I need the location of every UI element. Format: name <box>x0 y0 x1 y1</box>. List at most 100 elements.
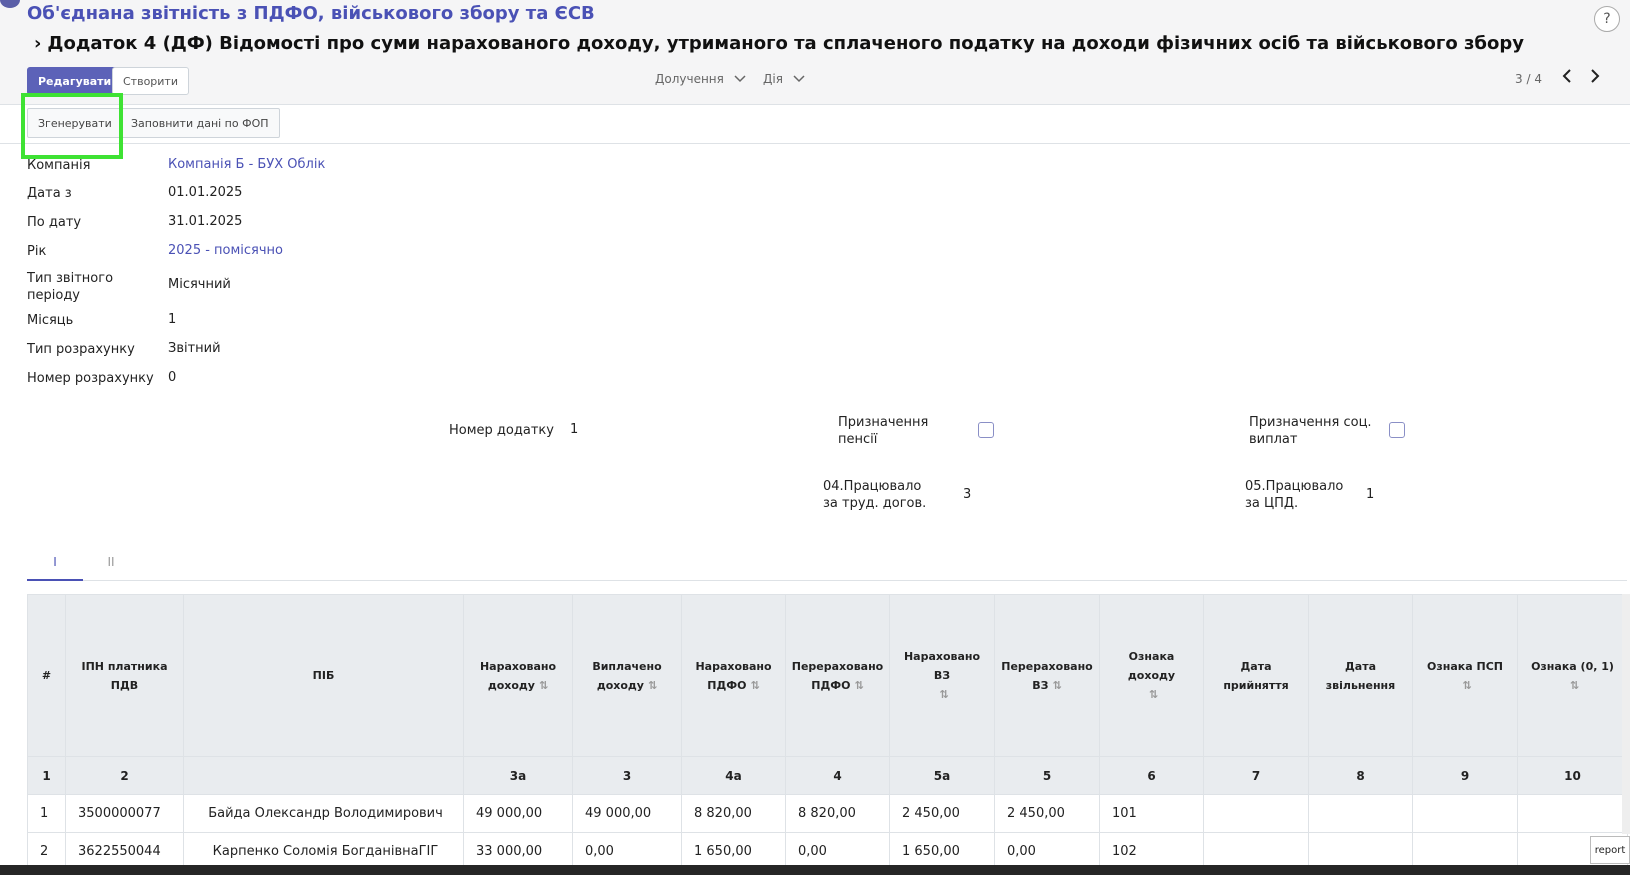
pension-checkbox[interactable] <box>978 422 994 438</box>
worked-labor-field[interactable]: 3 <box>963 487 971 502</box>
column-header[interactable]: ІПН платника ПДВ <box>65 594 184 757</box>
column-number: 5а <box>889 756 995 795</box>
column-header[interactable]: Перераховано ВЗ ⇅ <box>994 594 1100 757</box>
worked-cpd-field[interactable]: 1 <box>1366 487 1374 502</box>
page-title: › Додаток 4 (ДФ) Відомості про суми нарах… <box>34 33 1524 54</box>
table-cell[interactable] <box>1412 794 1518 833</box>
sort-icon[interactable]: ⇅ <box>939 688 948 701</box>
table-cell[interactable] <box>1203 794 1309 833</box>
table-cell[interactable]: 49 000,00 <box>463 794 573 833</box>
column-number: 6 <box>1099 756 1204 795</box>
chevron-right-icon: › <box>34 33 42 54</box>
column-number: 8 <box>1308 756 1413 795</box>
appendix-number-field[interactable]: 1 <box>570 422 578 437</box>
column-number: 4а <box>681 756 786 795</box>
table-cell[interactable]: 1 <box>27 794 66 833</box>
column-header[interactable]: Ознака ПСП ⇅ <box>1412 594 1518 757</box>
date-to-label: По дату <box>27 215 82 230</box>
table-cell[interactable]: 101 <box>1099 794 1204 833</box>
lines-table: # ІПН платника ПДВ ПІБ Нараховано доходу… <box>27 594 1628 871</box>
column-header[interactable]: # <box>27 594 66 757</box>
report-button[interactable]: report <box>1590 836 1630 864</box>
table-cell[interactable]: Байда Олександр Володимирович <box>183 794 464 833</box>
social-payments-label: Призначення соц. виплат <box>1249 415 1372 447</box>
vertical-scrollbar[interactable] <box>1622 594 1630 834</box>
sort-icon[interactable]: ⇅ <box>1149 688 1158 701</box>
column-header[interactable]: Нараховано ВЗ ⇅ <box>889 594 995 757</box>
sort-icon[interactable]: ⇅ <box>539 679 548 692</box>
create-button[interactable]: Створити <box>112 67 189 95</box>
statusbar: Згенерувати Заповнити дані по ФОП <box>0 105 1630 144</box>
table-cell[interactable]: 2 450,00 <box>889 794 995 833</box>
chevron-down-icon <box>787 72 805 86</box>
month-label: Місяць <box>27 313 74 328</box>
column-header[interactable]: Нараховано ПДФО ⇅ <box>681 594 786 757</box>
pager-previous-icon[interactable] <box>1562 68 1572 87</box>
notebook-tabs: I II <box>27 545 1627 581</box>
sort-icon[interactable]: ⇅ <box>751 679 760 692</box>
sort-icon[interactable]: ⇅ <box>855 679 864 692</box>
sort-icon[interactable]: ⇅ <box>648 679 657 692</box>
table-cell[interactable]: 3500000077 <box>65 794 184 833</box>
table-row[interactable]: 1 3500000077 Байда Олександр Володимиров… <box>27 794 1628 833</box>
control-panel: Об'єднана звітність з ПДФО, військового … <box>0 0 1630 105</box>
column-number: 2 <box>65 756 184 795</box>
date-from-field[interactable]: 01.01.2025 <box>168 185 242 200</box>
sort-icon[interactable]: ⇅ <box>1570 679 1579 692</box>
column-header[interactable]: Ознака (0, 1) ⇅ <box>1517 594 1628 757</box>
attachments-label: Долучення <box>655 72 724 86</box>
calc-number-field[interactable]: 0 <box>168 370 176 385</box>
action-dropdown[interactable]: Дія <box>763 72 805 86</box>
highlight-box <box>21 93 123 159</box>
column-number: 3 <box>572 756 682 795</box>
month-field[interactable]: 1 <box>168 312 176 327</box>
pager-next-icon[interactable] <box>1590 68 1600 87</box>
calc-type-label: Тип розрахунку <box>27 342 135 357</box>
table-cell[interactable]: 2 450,00 <box>994 794 1100 833</box>
breadcrumb-link[interactable]: Об'єднана звітність з ПДФО, військового … <box>27 3 595 24</box>
date-to-field[interactable]: 31.01.2025 <box>168 214 242 229</box>
table-cell[interactable]: 8 820,00 <box>681 794 786 833</box>
column-header[interactable]: ПІБ <box>183 594 464 757</box>
company-label: Компанія <box>27 158 91 173</box>
column-number: 3а <box>463 756 573 795</box>
table-cell[interactable] <box>1517 794 1628 833</box>
column-header[interactable]: Нараховано доходу ⇅ <box>463 594 573 757</box>
date-from-label: Дата з <box>27 186 72 201</box>
column-number: 4 <box>785 756 890 795</box>
column-header[interactable]: Перераховано ПДФО ⇅ <box>785 594 890 757</box>
column-number: 5 <box>994 756 1100 795</box>
column-number: 10 <box>1517 756 1628 795</box>
table-header-row: # ІПН платника ПДВ ПІБ Нараховано доходу… <box>27 594 1628 757</box>
edit-button[interactable]: Редагувати <box>27 67 123 95</box>
table-cell[interactable]: 8 820,00 <box>785 794 890 833</box>
column-header[interactable]: Ознака доходу ⇅ <box>1099 594 1204 757</box>
worked-labor-label: 04.Працювало за труд. догов. <box>823 479 927 511</box>
tab-i[interactable]: I <box>27 545 83 581</box>
sort-icon[interactable]: ⇅ <box>1462 679 1471 692</box>
column-number: 7 <box>1203 756 1309 795</box>
column-number: 1 <box>27 756 66 795</box>
period-type-label: Тип звітного періоду <box>27 271 114 303</box>
calc-number-label: Номер розрахунку <box>27 371 154 386</box>
attachments-dropdown[interactable]: Долучення <box>655 72 746 86</box>
page-title-text: Додаток 4 (ДФ) Відомості про суми нарахо… <box>47 33 1524 54</box>
appendix-number-label: Номер додатку <box>449 423 554 438</box>
column-number: 9 <box>1412 756 1518 795</box>
year-field[interactable]: 2025 - помісячно <box>168 243 283 258</box>
period-type-field[interactable]: Місячний <box>168 277 231 292</box>
column-header[interactable]: Дата прийняття <box>1203 594 1309 757</box>
social-payments-checkbox[interactable] <box>1389 422 1405 438</box>
column-number <box>183 756 464 795</box>
fill-fop-button[interactable]: Заповнити дані по ФОП <box>120 108 280 138</box>
column-header[interactable]: Виплачено доходу ⇅ <box>572 594 682 757</box>
tab-ii[interactable]: II <box>83 545 139 579</box>
table-cell[interactable] <box>1308 794 1413 833</box>
column-header[interactable]: Дата звільнення <box>1308 594 1413 757</box>
help-icon[interactable]: ? <box>1594 6 1620 32</box>
calc-type-field[interactable]: Звітний <box>168 341 221 356</box>
sort-icon[interactable]: ⇅ <box>1052 679 1061 692</box>
table-cell[interactable]: 49 000,00 <box>572 794 682 833</box>
company-field[interactable]: Компанія Б - БУХ Облік <box>168 157 325 172</box>
pager-value[interactable]: 3 / 4 <box>1515 72 1542 86</box>
